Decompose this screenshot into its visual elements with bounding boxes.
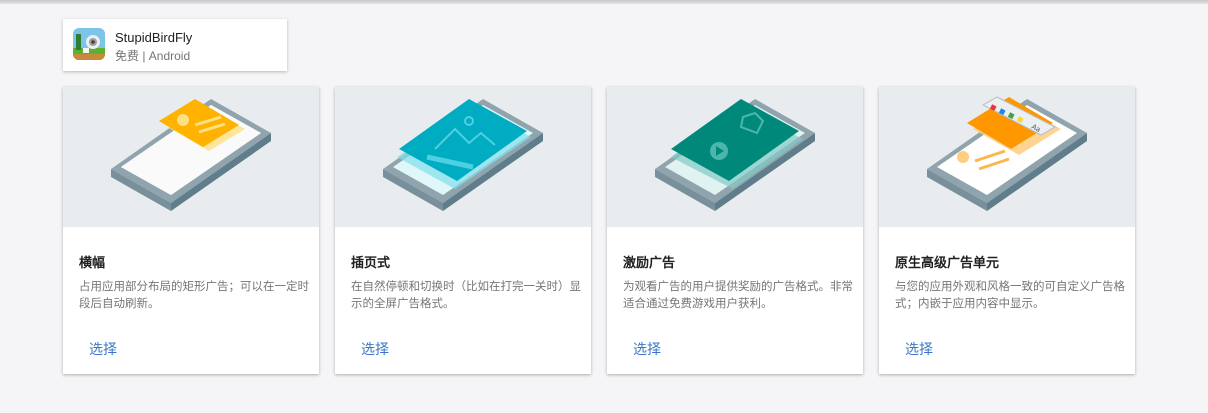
select-native-button[interactable]: 选择 (895, 333, 943, 365)
app-icon (73, 28, 105, 60)
rewarded-phone-illustration (607, 87, 863, 227)
native-phone-illustration: Aa (879, 87, 1135, 227)
ad-format-card-banner[interactable]: 横幅 占用应用部分布局的矩形广告；可以在一定时段后自动刷新。 选择 (63, 87, 319, 374)
card-description: 在自然停顿和切换时（比如在打完一关时）显示的全屏广告格式。 (351, 281, 581, 310)
card-description: 为观看广告的用户提供奖励的广告格式。非常适合通过免费游戏用户获利。 (623, 281, 853, 310)
top-divider (0, 0, 1208, 4)
card-title: 原生高级广告单元 (895, 255, 1000, 270)
select-interstitial-button[interactable]: 选择 (351, 333, 399, 365)
card-description: 与您的应用外观和风格一致的可自定义广告格式；内嵌于应用内容中显示。 (895, 281, 1125, 310)
select-banner-button[interactable]: 选择 (79, 333, 127, 365)
app-name: StupidBirdFly (115, 30, 193, 45)
card-title: 横幅 (79, 255, 106, 270)
interstitial-phone-illustration (335, 87, 591, 227)
ad-format-card-rewarded[interactable]: 激励广告 为观看广告的用户提供奖励的广告格式。非常适合通过免费游戏用户获利。 选… (607, 87, 863, 374)
banner-phone-illustration (63, 87, 319, 227)
select-rewarded-button[interactable]: 选择 (623, 333, 671, 365)
ad-format-card-native[interactable]: Aa 原生高级广告单元 与您的应用外观和风格一致的可自定义广告格式；内嵌于应用内… (879, 87, 1135, 374)
card-description: 占用应用部分布局的矩形广告；可以在一定时段后自动刷新。 (79, 281, 309, 310)
card-title: 插页式 (351, 255, 391, 270)
app-selector-chip[interactable]: StupidBirdFly 免费 | Android (63, 19, 287, 71)
card-title: 激励广告 (623, 255, 676, 270)
ad-format-card-interstitial[interactable]: 插页式 在自然停顿和切换时（比如在打完一关时）显示的全屏广告格式。 选择 (335, 87, 591, 374)
app-meta: 免费 | Android (115, 49, 191, 63)
